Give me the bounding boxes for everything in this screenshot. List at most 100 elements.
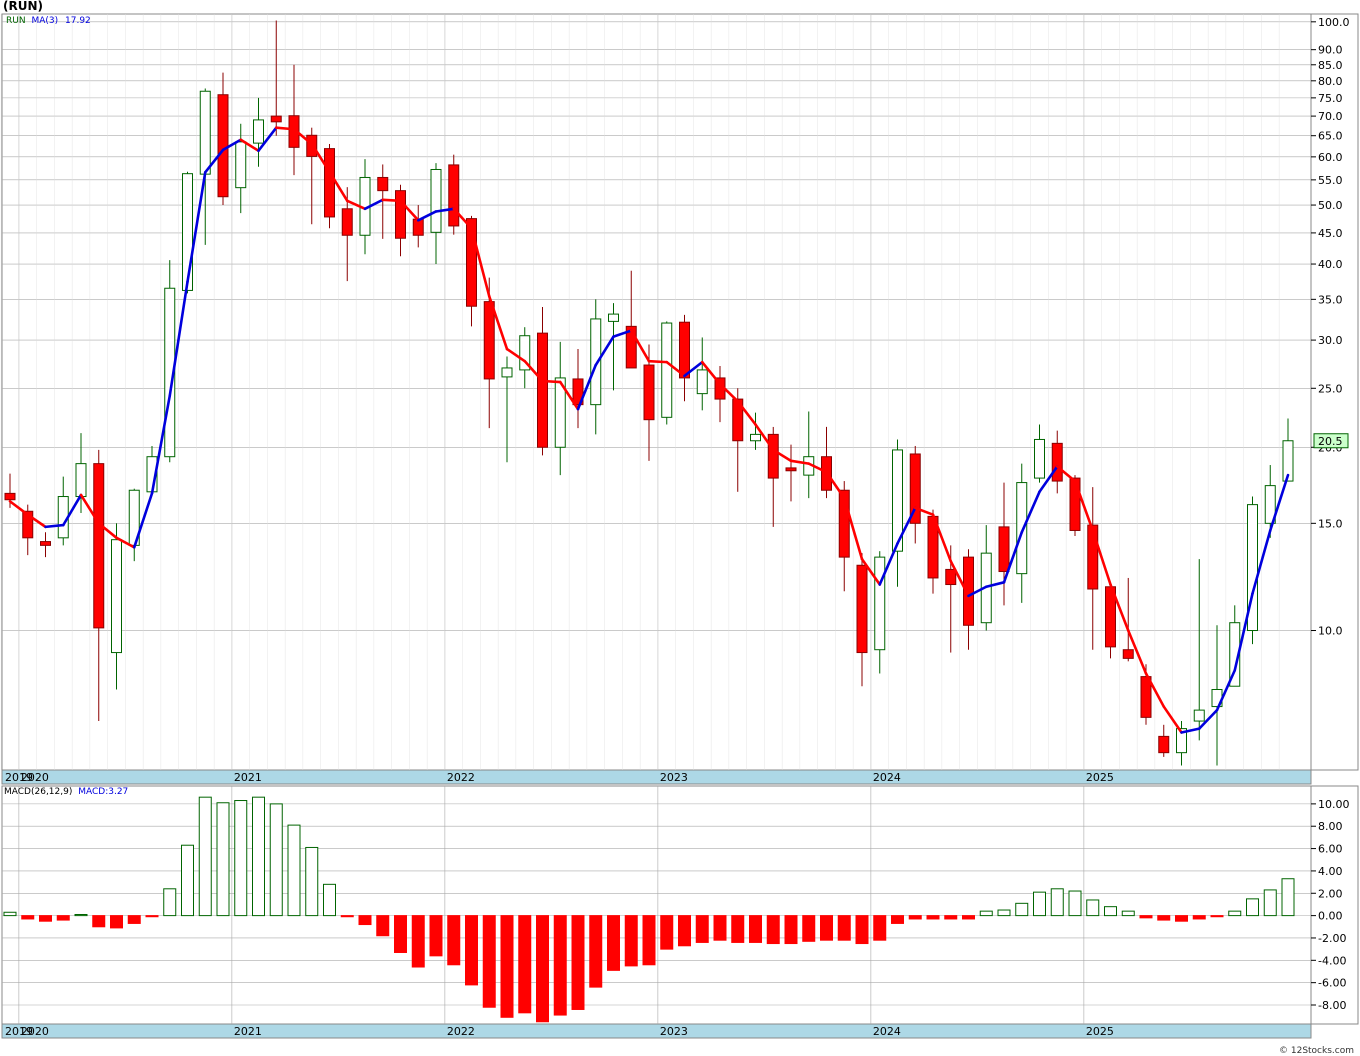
macd-bar [891,915,904,924]
candle-body [874,556,886,651]
macd-bar [163,888,177,917]
candle-body [182,173,193,291]
candle-body [1051,442,1063,482]
macd-legend: MACD(26,12,9) MACD:3.27 [4,787,128,797]
macd-bar [74,913,88,917]
x-year-label: 2022 [447,1025,475,1038]
candle-body [1158,735,1170,754]
y-tick-label: 15.0 [1318,517,1343,530]
macd-bar [394,915,407,953]
macd-tick-label: 4.00 [1318,865,1343,878]
macd-bar [216,802,230,917]
macd-bar [571,915,585,1010]
macd-bar [979,910,993,917]
macd-bar [820,915,833,941]
candle-body [235,141,247,189]
macd-bar [1210,915,1224,918]
ma-segment [647,359,669,364]
y-tick-label: 55.0 [1318,174,1343,187]
macd-bar [39,915,52,922]
y-tick-label: 90.0 [1318,44,1343,57]
macd-bar [181,844,194,917]
macd-bar [749,915,762,943]
candle-body [430,168,442,233]
chart-title: (RUN) [3,0,43,13]
macd-bar [1086,899,1100,917]
macd-tick-label: 6.00 [1318,843,1343,856]
macd-bar [411,915,425,968]
candle-body [377,176,389,192]
candle-body [1069,477,1081,531]
ma-segment [541,379,562,384]
y-tick-label: 85.0 [1318,59,1343,72]
macd-bar [145,915,159,918]
y-tick-label: 50.0 [1318,199,1343,212]
x-year-label: 2023 [660,771,688,784]
macd-bar [784,915,798,945]
candle-body [643,364,655,421]
macd-bar [766,915,780,945]
legend-macd-value: MACD:3.27 [78,787,129,797]
candle-body [217,94,229,198]
y-tick-label: 25.0 [1318,382,1343,395]
macd-bar [1175,915,1188,922]
legend-ma-label: MA(3) [31,16,59,26]
last-price-label: 20.5 [1318,435,1343,448]
candle-body [395,190,406,239]
macd-bar [908,915,922,920]
macd-bar [234,800,248,917]
legend-macd-label: MACD(26,12,9) [4,787,73,797]
macd-bar [1281,878,1295,917]
macd-bar [198,796,212,917]
macd-panel [1,785,1312,1025]
candle-body [341,208,353,236]
macd-bar [624,915,638,967]
macd-bar [607,915,620,971]
x-year-label: 2021 [234,771,262,784]
x-axis-band-bottom [1,1023,1312,1039]
macd-bar [926,915,940,920]
macd-bar [678,915,691,947]
candle-body [537,332,548,448]
macd-tick-label: 0.00 [1318,910,1343,923]
candle-body [448,164,460,227]
y-tick-label: 100.0 [1318,16,1350,29]
ma-segment [381,198,402,203]
macd-bar [962,915,975,920]
x-year-label: 2020 [21,1025,49,1038]
candle-body [111,539,122,654]
candle-body [750,433,761,442]
x-year-label: 2023 [660,1025,688,1038]
price-panel [1,13,1312,771]
macd-bar [92,915,106,928]
legend-symbol: RUN [6,16,26,26]
x-axis-band-top [1,769,1312,785]
x-year-label: 2022 [447,771,475,784]
macd-bar [642,915,656,966]
macd-bar [731,915,745,943]
candle-body [270,115,282,123]
macd-bar [56,915,70,921]
candle-body [945,568,957,586]
macd-bar [305,846,319,917]
macd-tick-label: 8.00 [1318,820,1343,833]
y-tick-label: 40.0 [1318,258,1343,271]
macd-bar [1121,910,1135,917]
macd-bar [323,883,336,917]
macd-bar [1228,910,1242,917]
candle-body [785,467,797,472]
legend-ma-value: 17.92 [65,16,91,26]
candle-body [93,463,105,629]
ma-segment [44,523,65,529]
macd-bar [252,796,265,917]
candle-body [253,119,264,144]
candle-body [1193,709,1205,722]
macd-bar [1139,915,1153,919]
macd-bar [376,915,390,937]
x-year-label: 2020 [21,771,49,784]
macd-bar [1015,902,1029,917]
macd-bar [500,915,514,1018]
macd-bar [447,915,461,966]
macd-bar [429,915,443,957]
candle-body [483,301,495,380]
